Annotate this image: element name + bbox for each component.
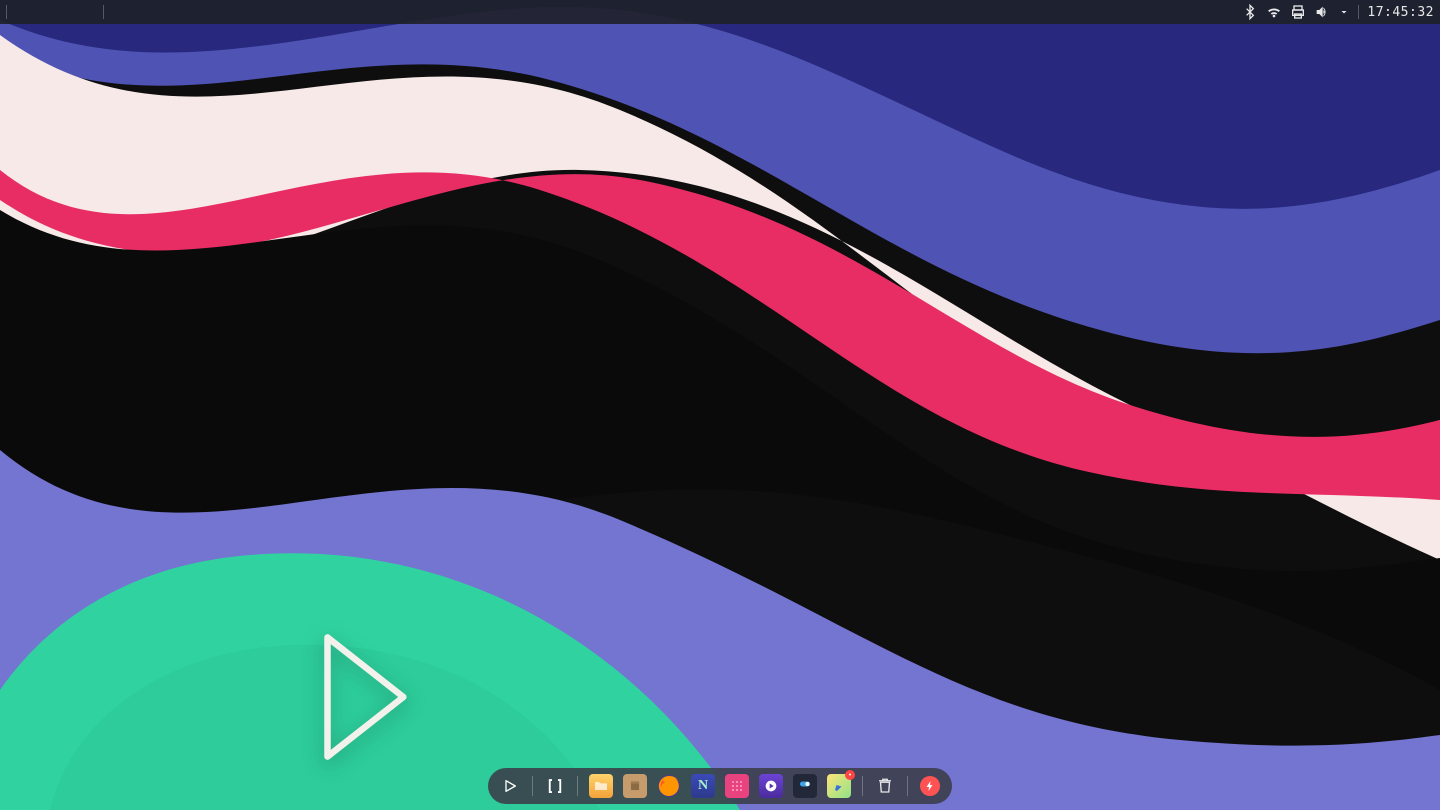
notification-badge: • xyxy=(845,770,855,780)
notes-app-launcher[interactable]: • xyxy=(826,773,852,799)
folder-icon xyxy=(589,774,613,798)
wallpaper xyxy=(0,0,1440,810)
bluetooth-icon[interactable] xyxy=(1242,4,1258,20)
panel-separator xyxy=(103,5,104,19)
software-store-launcher[interactable] xyxy=(622,773,648,799)
play-triangle-icon xyxy=(502,778,518,794)
tray-expander-chevron-down-icon[interactable] xyxy=(1338,4,1350,20)
panel-separator xyxy=(1358,5,1359,19)
bolt-icon xyxy=(920,776,940,796)
dock-separator xyxy=(907,776,908,796)
panel-separator xyxy=(6,5,7,19)
n-icon: N xyxy=(691,774,715,798)
clock[interactable]: 17:45:32 xyxy=(1367,5,1434,20)
speaker-grid-icon xyxy=(725,774,749,798)
dock-separator xyxy=(532,776,533,796)
top-panel: 17:45:32 xyxy=(0,0,1440,24)
firefox-launcher[interactable] xyxy=(656,773,682,799)
text-editor-launcher[interactable]: N xyxy=(690,773,716,799)
app-launcher-button[interactable] xyxy=(498,774,522,798)
dock-panel: N • xyxy=(488,768,952,804)
task-view-button[interactable] xyxy=(543,774,567,798)
desktop[interactable]: 17:45:32 xyxy=(0,0,1440,810)
power-manager-button[interactable] xyxy=(918,774,942,798)
package-icon xyxy=(623,774,647,798)
dock-separator xyxy=(862,776,863,796)
printer-icon[interactable] xyxy=(1290,4,1306,20)
media-player-launcher[interactable] xyxy=(758,773,784,799)
play-circle-icon xyxy=(759,774,783,798)
trash-icon xyxy=(876,777,894,795)
file-manager-launcher[interactable] xyxy=(588,773,614,799)
brackets-icon xyxy=(546,777,564,795)
audio-app-launcher[interactable] xyxy=(724,773,750,799)
toggle-icon xyxy=(793,774,817,798)
dock-separator xyxy=(577,776,578,796)
wifi-icon[interactable] xyxy=(1266,4,1282,20)
trash-button[interactable] xyxy=(873,774,897,798)
volume-icon[interactable] xyxy=(1314,4,1330,20)
system-settings-launcher[interactable] xyxy=(792,773,818,799)
firefox-icon xyxy=(657,774,681,798)
